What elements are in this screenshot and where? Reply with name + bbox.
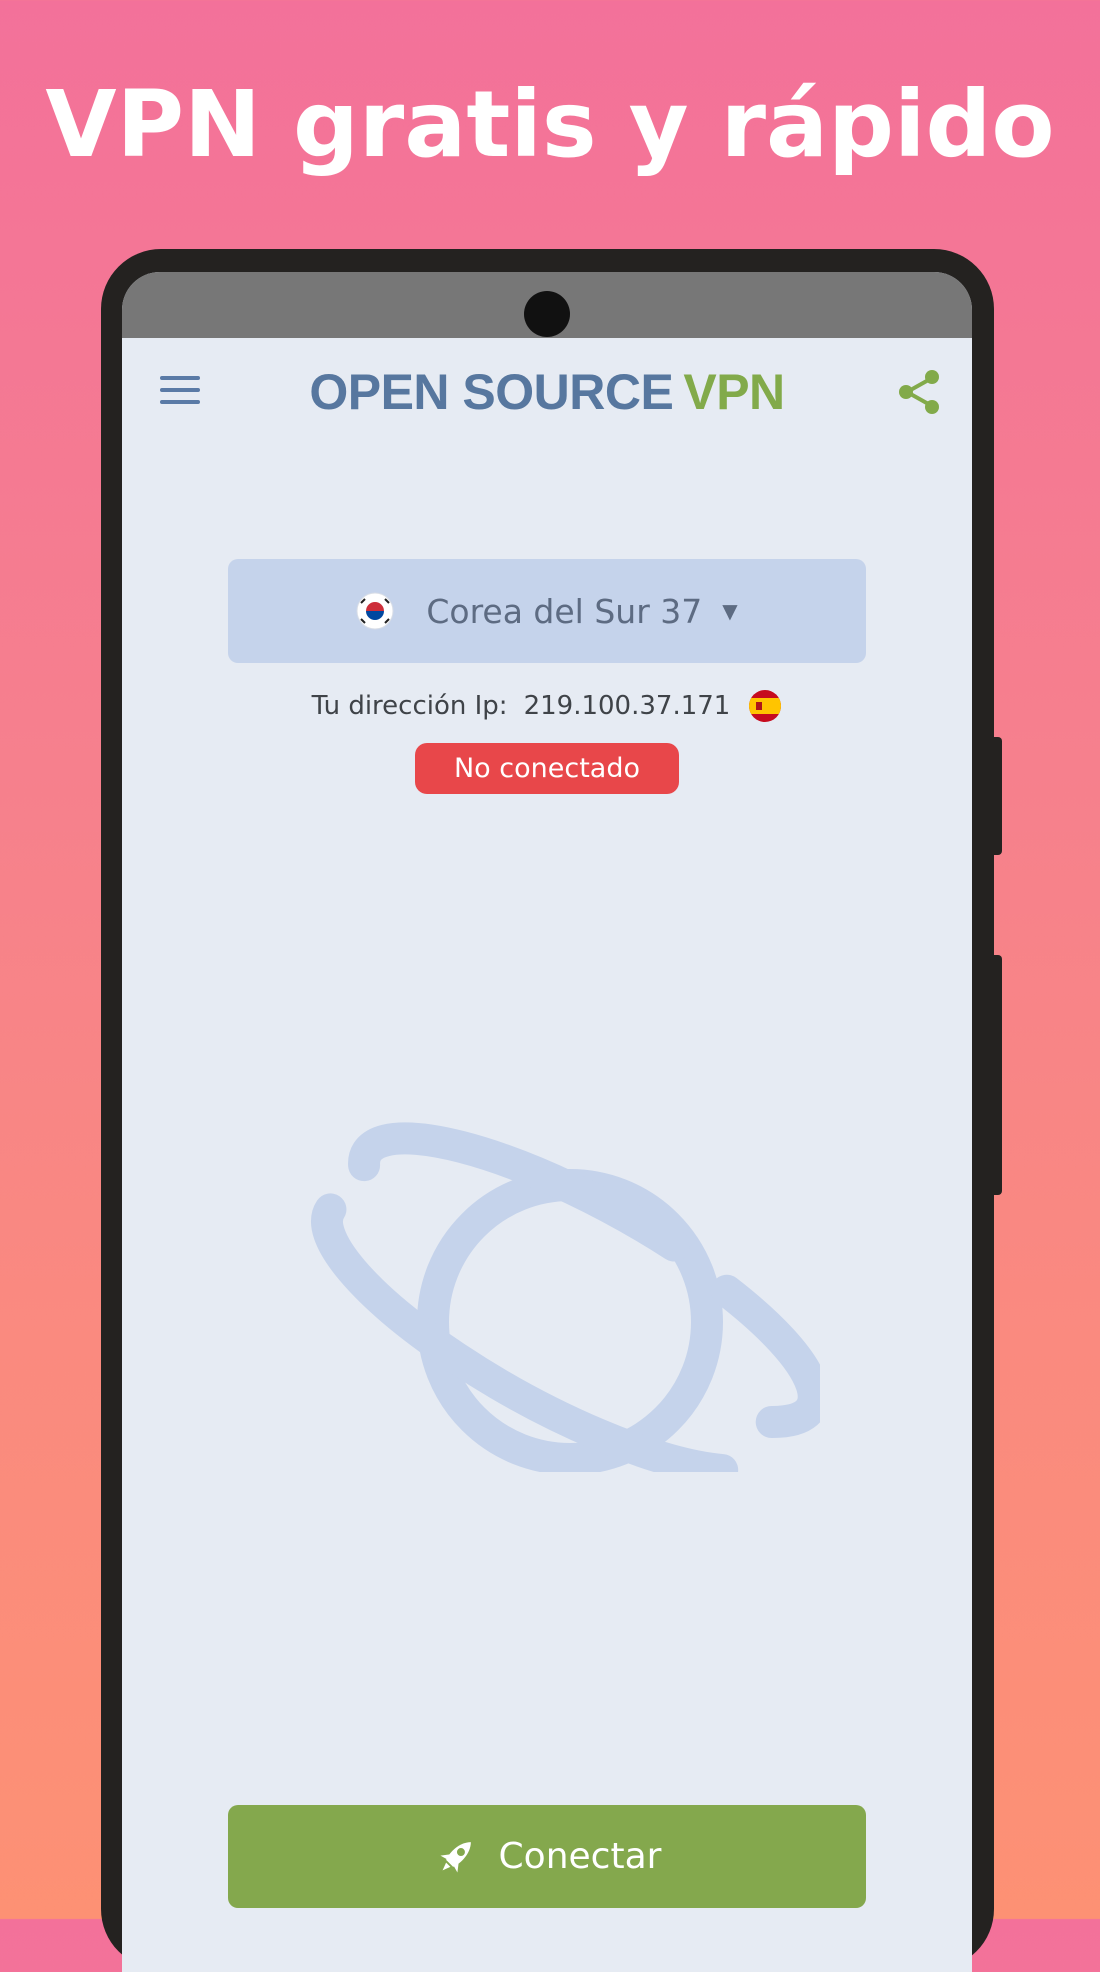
selected-server-label: Corea del Sur 37 <box>426 591 703 631</box>
rocket-icon <box>439 1841 471 1873</box>
app-logo: OPEN SOURCE VPN <box>122 360 972 424</box>
front-camera <box>524 291 570 337</box>
promo-headline: VPN gratis y rápido <box>45 71 1055 178</box>
dropdown-caret-icon: ▼ <box>722 599 738 623</box>
logo-text-open-source: OPEN SOURCE <box>309 364 674 420</box>
spain-flag-icon <box>749 690 782 722</box>
ip-address-row: Tu dirección Ip: 219.100.37.171 <box>122 684 972 728</box>
connection-status-badge: No conectado <box>415 743 679 794</box>
app-bar: OPEN SOURCE VPN <box>122 338 972 448</box>
ip-label: Tu dirección Ip: <box>311 691 508 721</box>
south-korea-flag-icon <box>356 592 394 630</box>
share-icon[interactable] <box>896 368 942 416</box>
phone-side-button <box>990 737 1002 855</box>
connect-button[interactable]: Conectar <box>228 1805 866 1908</box>
logo-text-vpn: VPN <box>683 364 785 420</box>
planet-icon <box>311 1122 820 1472</box>
status-bar <box>122 272 972 338</box>
phone-side-button <box>990 955 1002 1195</box>
phone-screen: OPEN SOURCE VPN Corea del Sur 37 ▼ Tu di… <box>122 272 972 1972</box>
ip-value: 219.100.37.171 <box>523 691 731 721</box>
connect-button-label: Conectar <box>498 1836 662 1877</box>
server-selector[interactable]: Corea del Sur 37 ▼ <box>228 559 866 663</box>
